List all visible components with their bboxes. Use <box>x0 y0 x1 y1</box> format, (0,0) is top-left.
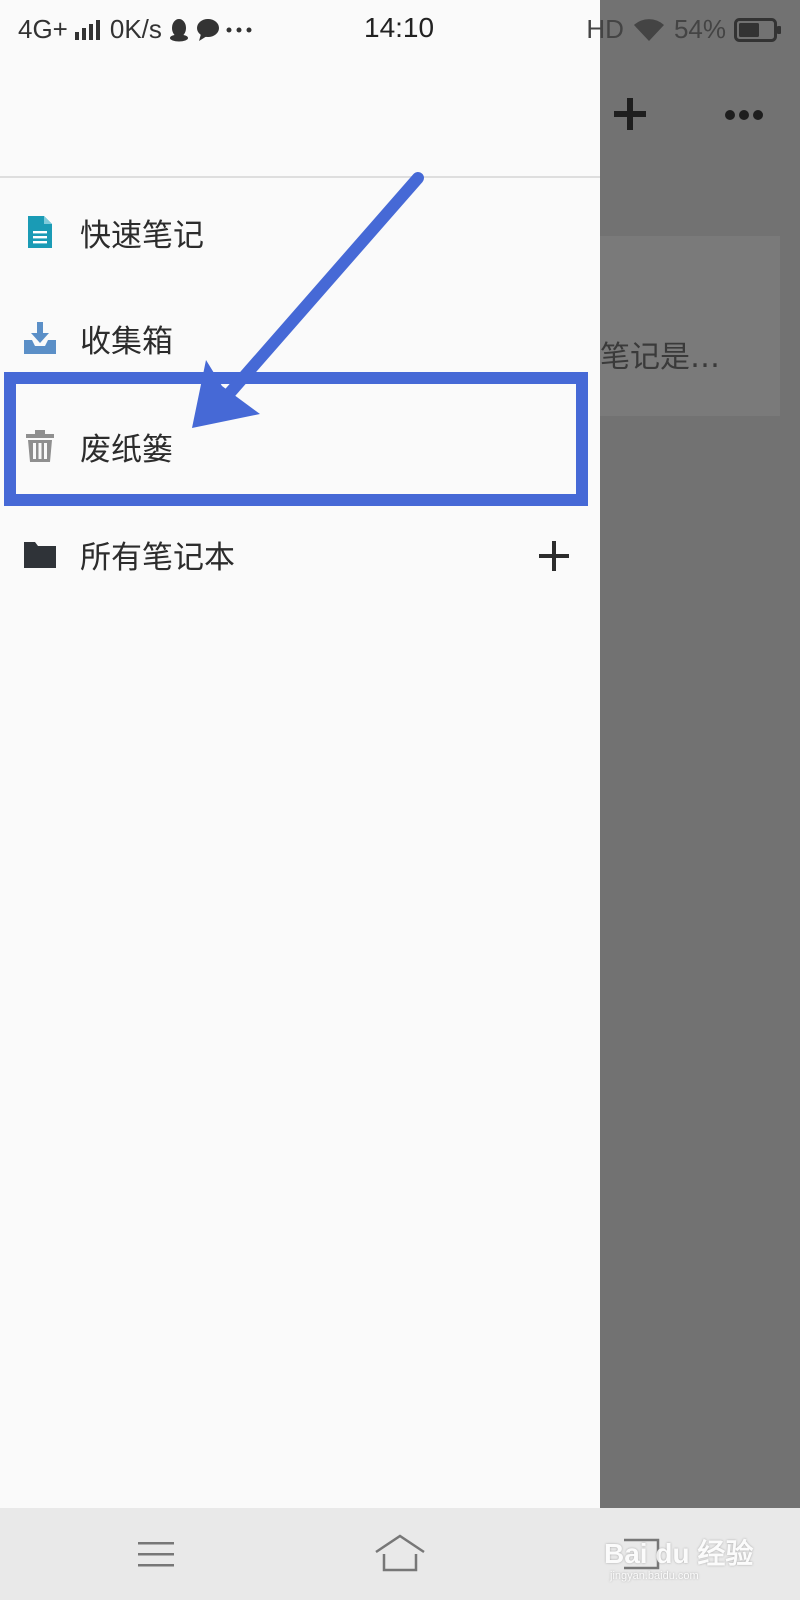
network-speed: 0K/s <box>109 14 162 44</box>
folder-icon <box>24 542 56 568</box>
status-bar: 4G+ 0K/s 14:10 HD 54% <box>0 0 800 56</box>
baidu-jingyan-watermark: Bai du 经验 jingyan.baidu.com <box>604 1532 754 1582</box>
battery-percent: 54% <box>673 14 726 44</box>
note-card[interactable] <box>590 236 780 416</box>
more-notifications-icon <box>226 27 252 32</box>
drawer-item-label: 收集箱 <box>80 323 173 360</box>
annotation-highlight-box <box>4 372 588 506</box>
battery-icon <box>734 17 781 42</box>
more-options-icon[interactable] <box>724 108 764 122</box>
wifi-icon <box>633 18 664 41</box>
inbox-download-icon <box>24 322 56 354</box>
network-type: 4G+ <box>18 14 68 44</box>
qq-icon <box>169 18 188 41</box>
clock: 14:10 <box>364 12 435 43</box>
drawer-item-quick-notes[interactable]: 快速笔记 <box>0 180 600 284</box>
note-card-preview: 笔记是… <box>600 340 720 375</box>
home-icon[interactable] <box>372 1530 428 1576</box>
drawer-item-label: 所有笔记本 <box>80 539 235 576</box>
drawer-divider <box>0 176 600 178</box>
note-icon <box>28 216 52 248</box>
add-notebook-icon[interactable] <box>536 538 572 574</box>
navigation-drawer: 快速笔记 收集箱 废纸篓 所有笔记本 <box>0 0 600 1508</box>
signal-icon <box>74 19 100 40</box>
menu-icon[interactable] <box>136 1536 176 1572</box>
watermark-url: jingyan.baidu.com <box>610 1570 699 1582</box>
drawer-item-label: 快速笔记 <box>80 217 204 254</box>
hd-indicator: HD <box>586 14 624 44</box>
chat-bubble-icon <box>196 18 219 41</box>
watermark-brand: Bai du 经验 <box>604 1538 754 1569</box>
drawer-item-all-notebooks[interactable]: 所有笔记本 <box>0 502 600 606</box>
add-note-icon[interactable] <box>612 96 648 132</box>
